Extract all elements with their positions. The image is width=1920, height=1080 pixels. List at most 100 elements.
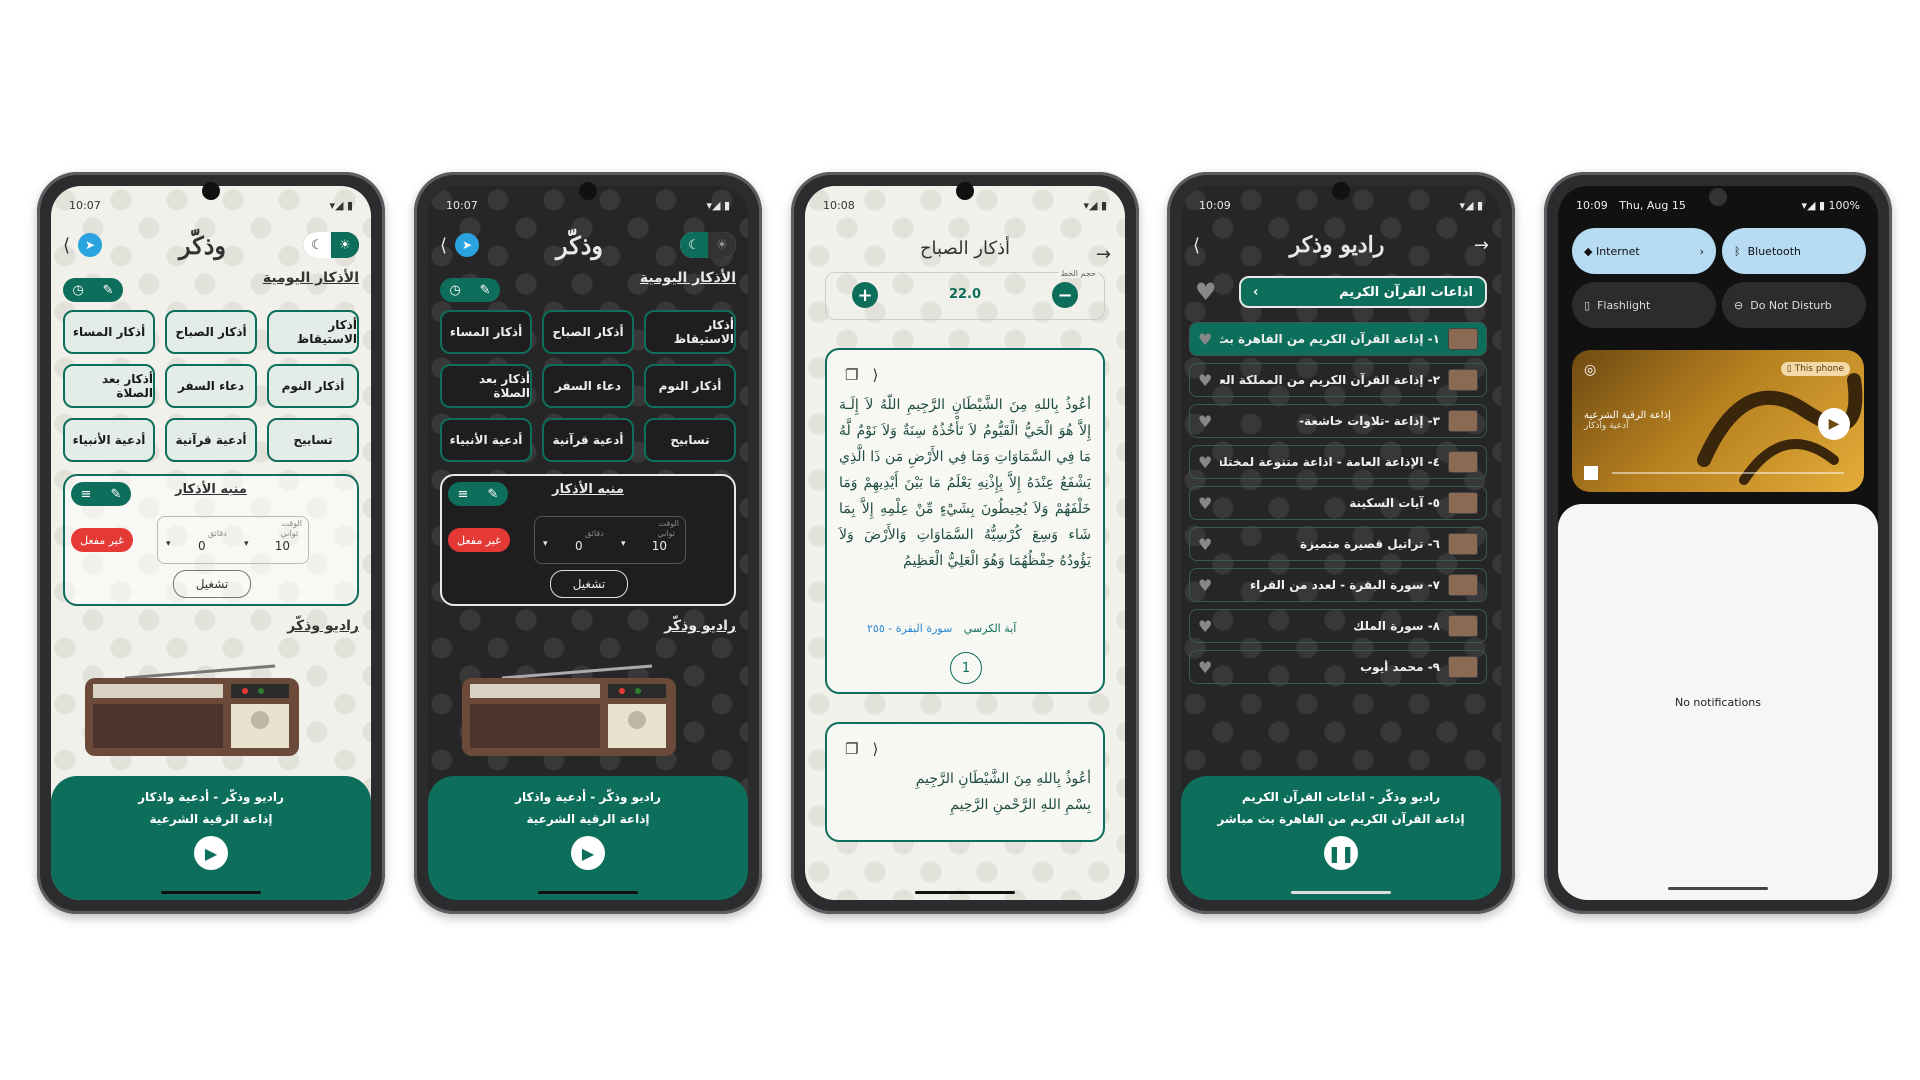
media-play-icon[interactable]: ▶: [1818, 408, 1850, 440]
azkar-wakeup-button[interactable]: أذكار الاستيقاظ: [644, 310, 736, 354]
azkar-morning-button[interactable]: أذكار الصباح: [542, 310, 634, 354]
nav-handle[interactable]: [1668, 887, 1768, 890]
station-item[interactable]: ٣- إذاعة -تلاوات خاشعة- ♥: [1189, 404, 1487, 438]
seconds-value[interactable]: 10: [275, 539, 290, 553]
travel-dua-button[interactable]: دعاء السفر: [165, 364, 257, 408]
heart-icon[interactable]: ♥: [1198, 494, 1212, 513]
azkar-evening-button[interactable]: أذكار المساء: [440, 310, 532, 354]
dropdown-icon[interactable]: ▾: [543, 539, 548, 549]
telegram-icon[interactable]: ➤: [78, 233, 103, 257]
copy-icon[interactable]: ❐: [845, 366, 858, 384]
category-selector[interactable]: ‹ اذاعات القرآن الكريم: [1239, 276, 1487, 308]
azkar-morning-button[interactable]: أذكار الصباح: [165, 310, 257, 354]
after-prayer-button[interactable]: أذكار بعد الصلاة: [63, 364, 155, 408]
tile-internet[interactable]: ◆ Internet ›: [1572, 228, 1716, 274]
daily-edit-pill[interactable]: ◷ ✎: [63, 278, 123, 302]
share-icon[interactable]: ⟨: [440, 235, 447, 256]
share-icon[interactable]: ⟨: [872, 366, 878, 384]
radio-illustration[interactable]: [85, 664, 299, 756]
heart-icon[interactable]: ♥: [1198, 535, 1212, 554]
station-item[interactable]: ٨- سورة الملك ♥: [1189, 609, 1487, 643]
play-icon[interactable]: ▶: [571, 836, 605, 870]
dropdown-icon[interactable]: ▾: [244, 539, 249, 549]
nav-handle[interactable]: [538, 891, 638, 894]
nav-handle[interactable]: [915, 891, 1015, 894]
azkar-sleep-button[interactable]: أذكار النوم: [267, 364, 359, 408]
heart-icon[interactable]: ♥: [1198, 330, 1212, 349]
azkar-evening-button[interactable]: أذكار المساء: [63, 310, 155, 354]
after-prayer-button[interactable]: أذكار بعد الصلاة: [440, 364, 532, 408]
radio-illustration[interactable]: [462, 664, 676, 756]
tile-dnd[interactable]: ⊖ Do Not Disturb: [1722, 282, 1866, 328]
moon-icon[interactable]: ☾: [302, 232, 331, 258]
media-progress-bar[interactable]: [1612, 472, 1844, 474]
station-name: ٦- تراتيل قصيرة متميزة: [1300, 537, 1440, 551]
station-item[interactable]: ٧- سورة البقرة - لعدد من القراء ♥: [1189, 568, 1487, 602]
dropdown-icon[interactable]: ▾: [621, 539, 626, 549]
heart-icon[interactable]: ♥: [1198, 617, 1212, 636]
alarm-card: ≡ ✎ منبه الأذكار غير مفعل الوقت ثواني دقا…: [63, 474, 359, 606]
travel-dua-button[interactable]: دعاء السفر: [542, 364, 634, 408]
heart-icon[interactable]: ♥: [1198, 576, 1212, 595]
chevron-left-icon[interactable]: ‹: [1253, 285, 1258, 300]
azkar-sleep-button[interactable]: أذكار النوم: [644, 364, 736, 408]
tasbih-button[interactable]: تسابيح: [267, 418, 359, 462]
stop-icon[interactable]: [1584, 466, 1598, 480]
share-icon[interactable]: ⟨: [872, 740, 878, 758]
zikr-counter[interactable]: 1: [950, 652, 982, 684]
station-item[interactable]: ٥- آيات السكينة ♥: [1189, 486, 1487, 520]
moon-icon[interactable]: ☾: [679, 232, 708, 258]
nav-handle[interactable]: [1291, 891, 1391, 894]
station-item[interactable]: ٦- تراتيل قصيرة متميزة ♥: [1189, 527, 1487, 561]
station-item[interactable]: ١- إذاعة القرآن الكريم من القاهرة بث مبا…: [1189, 322, 1487, 356]
status-time: 10:09: [1199, 198, 1231, 212]
clock-icon[interactable]: ◷: [449, 283, 460, 298]
station-item[interactable]: ٢- إذاعة القرآن الكريم من المملكة العربي…: [1189, 363, 1487, 397]
tile-flashlight[interactable]: ▯ Flashlight: [1572, 282, 1716, 328]
quran-dua-button[interactable]: أدعية قرآنية: [165, 418, 257, 462]
tile-bluetooth[interactable]: ᛒ Bluetooth: [1722, 228, 1866, 274]
alarm-start-button[interactable]: تشغيل: [173, 570, 251, 598]
notification-shade: No notifications: [1558, 504, 1878, 900]
prophets-dua-button[interactable]: أدعية الأنبياء: [440, 418, 532, 462]
theme-toggle[interactable]: ☾ ☀: [679, 232, 736, 258]
minutes-value[interactable]: 0: [575, 539, 583, 553]
sun-icon[interactable]: ☀: [330, 232, 359, 258]
minutes-value[interactable]: 0: [198, 539, 206, 553]
daily-edit-pill[interactable]: ◷ ✎: [440, 278, 500, 302]
output-device-chip[interactable]: ▯ This phone: [1780, 362, 1850, 376]
edit-icon[interactable]: ✎: [103, 283, 114, 298]
zikr-ref-source: سورة البقرة - ٢٥٥: [867, 622, 953, 635]
share-icon[interactable]: ⟨: [63, 235, 70, 256]
theme-toggle[interactable]: ☾ ☀: [302, 232, 359, 258]
clock-icon[interactable]: ◷: [72, 283, 83, 298]
decrease-font-button[interactable]: −: [1052, 282, 1078, 308]
nav-handle[interactable]: [161, 891, 261, 894]
sun-icon[interactable]: ☀: [707, 232, 736, 258]
heart-icon[interactable]: ♥: [1198, 453, 1212, 472]
prophets-dua-button[interactable]: أدعية الأنبياء: [63, 418, 155, 462]
chevron-right-icon[interactable]: ›: [1700, 245, 1704, 258]
quran-dua-button[interactable]: أدعية قرآنية: [542, 418, 634, 462]
telegram-icon[interactable]: ➤: [455, 233, 480, 257]
copy-icon[interactable]: ❐: [845, 740, 858, 758]
heart-icon[interactable]: ♥: [1198, 371, 1212, 390]
heart-icon[interactable]: ♥: [1198, 658, 1212, 677]
time-picker[interactable]: الوقت ثواني دقائق 10 0 ▾ ▾: [157, 516, 309, 564]
pause-icon[interactable]: ❚❚: [1324, 836, 1358, 870]
station-item[interactable]: ٤- الإذاعة العامة - اذاعة متنوعة لمختلف …: [1189, 445, 1487, 479]
edit-icon[interactable]: ✎: [480, 283, 491, 298]
tasbih-button[interactable]: تسابيح: [644, 418, 736, 462]
media-card[interactable]: ◎ ▯ This phone إذاعة الرقية الشرعية أدعي…: [1572, 350, 1864, 492]
alarm-start-button[interactable]: تشغيل: [550, 570, 628, 598]
favorites-heart-icon[interactable]: ♥: [1195, 278, 1217, 306]
azkar-wakeup-button[interactable]: أذكار الاستيقاظ: [267, 310, 359, 354]
play-icon[interactable]: ▶: [194, 836, 228, 870]
time-picker[interactable]: الوقت ثواني دقائق 10 0 ▾ ▾: [534, 516, 686, 564]
seconds-value[interactable]: 10: [652, 539, 667, 553]
dropdown-icon[interactable]: ▾: [166, 539, 171, 549]
share-icon[interactable]: ⟨: [1193, 235, 1200, 256]
back-arrow-icon[interactable]: →: [1474, 235, 1489, 256]
station-item[interactable]: ٩- محمد أيوب ♥: [1189, 650, 1487, 684]
heart-icon[interactable]: ♥: [1198, 412, 1212, 431]
